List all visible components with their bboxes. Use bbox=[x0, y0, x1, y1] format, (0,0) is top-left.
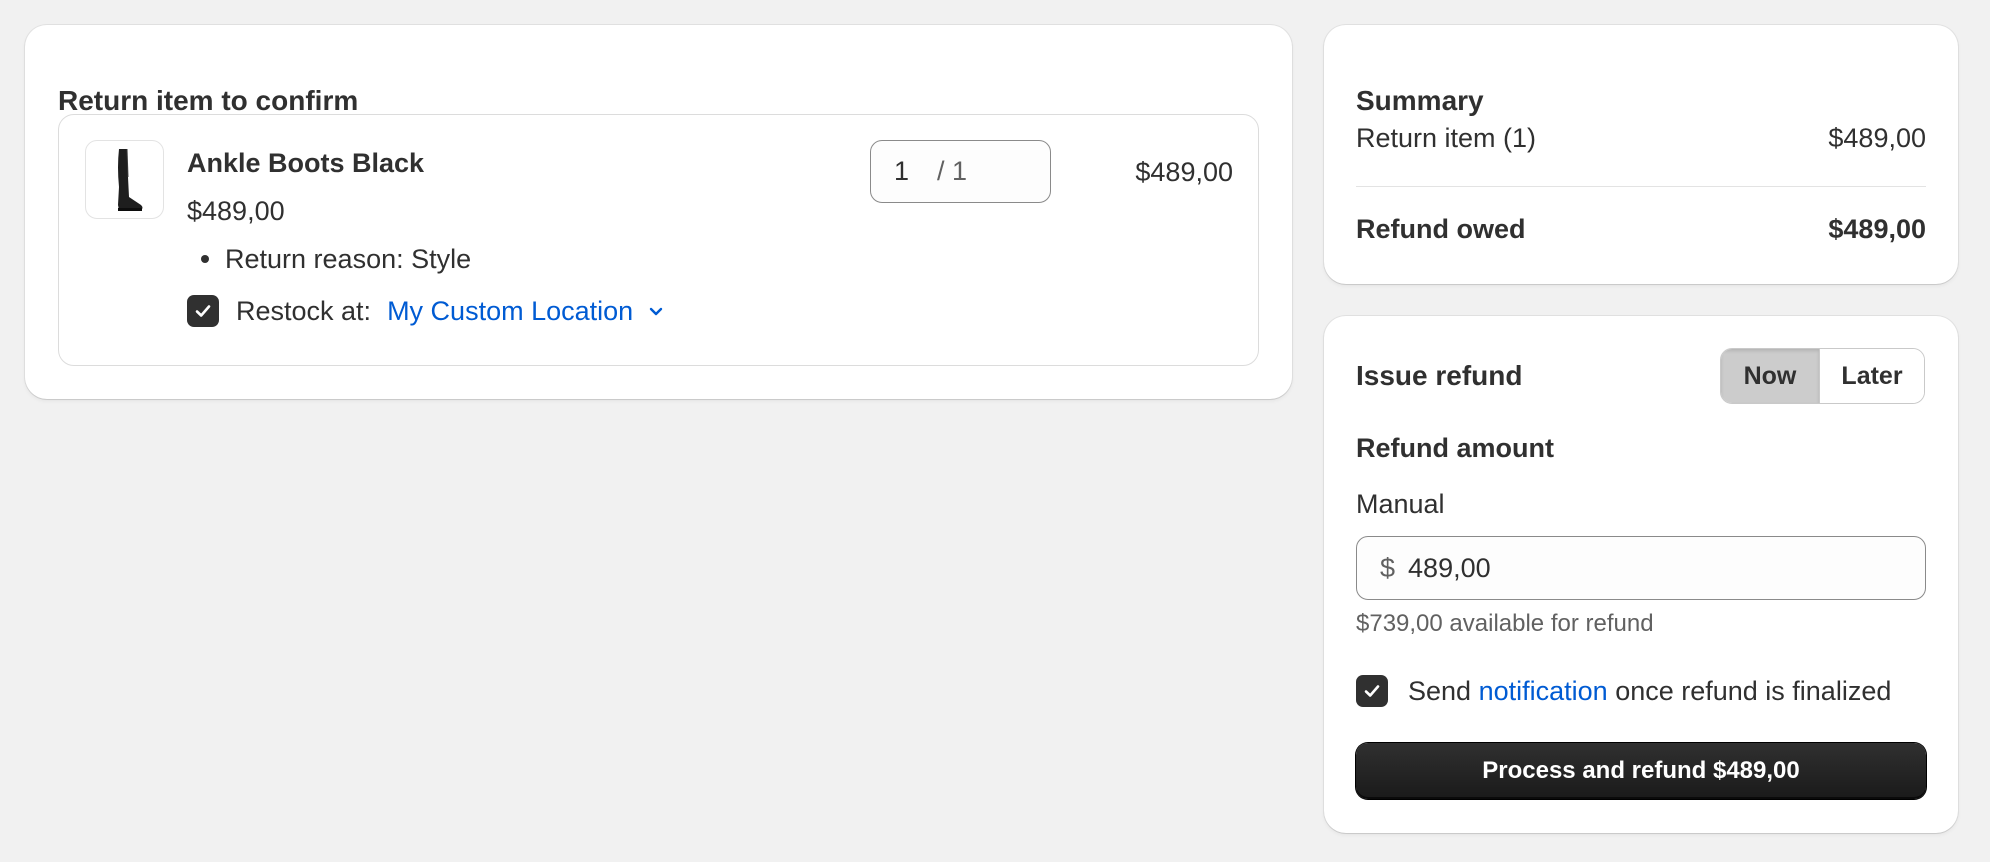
divider bbox=[1356, 186, 1926, 187]
toggle-now-button[interactable]: Now bbox=[1721, 349, 1820, 403]
issue-refund-title: Issue refund bbox=[1356, 360, 1523, 391]
restock-row: Restock at: My Custom Location bbox=[187, 293, 665, 329]
product-thumbnail bbox=[85, 140, 164, 219]
return-line-item: Ankle Boots Black $489,00 Return reason:… bbox=[58, 114, 1259, 366]
restock-location-selector[interactable]: My Custom Location bbox=[387, 296, 665, 327]
notification-prefix: Send bbox=[1408, 675, 1472, 706]
card-title: Return item to confirm bbox=[58, 85, 359, 116]
return-reason: Return reason: Style bbox=[201, 242, 471, 276]
summary-refund-owed-row: Refund owed $489,00 bbox=[1356, 212, 1926, 246]
chevron-down-icon bbox=[647, 302, 665, 320]
refund-amount-heading: Refund amount bbox=[1356, 433, 1554, 463]
return-item-label: Return item (1) bbox=[1356, 123, 1537, 153]
notification-link[interactable]: notification bbox=[1479, 676, 1608, 706]
available-for-refund: $739,00 available for refund bbox=[1356, 610, 1654, 637]
refund-owed-label: Refund owed bbox=[1356, 214, 1526, 244]
restock-checkbox[interactable] bbox=[187, 295, 219, 327]
summary-return-item-row: Return item (1) $489,00 bbox=[1356, 121, 1926, 155]
process-refund-button[interactable]: Process and refund $489,00 bbox=[1356, 743, 1926, 799]
restock-label: Restock at: bbox=[236, 295, 372, 326]
notification-checkbox[interactable] bbox=[1356, 675, 1388, 707]
return-reason-text: Return reason: Style bbox=[225, 244, 472, 274]
issue-refund-card: Issue refund Now Later Refund amount Man… bbox=[1324, 316, 1958, 833]
quantity-input[interactable]: 1 / 1 bbox=[870, 140, 1051, 203]
refund-amount-input[interactable]: $ 489,00 bbox=[1356, 536, 1926, 600]
boot-image bbox=[117, 148, 142, 211]
notification-suffix: once refund is finalized bbox=[1615, 675, 1892, 706]
currency-prefix: $ bbox=[1380, 552, 1396, 583]
quantity-total: / 1 bbox=[937, 156, 968, 186]
summary-title: Summary bbox=[1356, 85, 1484, 116]
line-total: $489,00 bbox=[1135, 157, 1233, 187]
toggle-later-button[interactable]: Later bbox=[1820, 349, 1924, 403]
return-items-card: Return item to confirm Ankle Boots Black… bbox=[25, 25, 1292, 399]
summary-card: Summary Return item (1) $489,00 Refund o… bbox=[1324, 25, 1958, 284]
refund-amount-value: 489,00 bbox=[1408, 552, 1491, 583]
notification-text: Send notification once refund is finaliz… bbox=[1408, 676, 1891, 707]
check-icon bbox=[195, 305, 211, 317]
return-item-value: $489,00 bbox=[1828, 123, 1926, 153]
refund-timing-toggle: Now Later bbox=[1720, 348, 1925, 404]
bullet bbox=[201, 255, 209, 263]
product-unit-price: $489,00 bbox=[187, 196, 285, 226]
check-icon bbox=[1364, 685, 1380, 697]
refund-owed-value: $489,00 bbox=[1828, 214, 1926, 244]
notification-row: Send notification once refund is finaliz… bbox=[1356, 673, 1891, 709]
product-name[interactable]: Ankle Boots Black bbox=[187, 146, 424, 180]
manual-label: Manual bbox=[1356, 489, 1445, 519]
restock-location-text: My Custom Location bbox=[387, 295, 634, 326]
quantity-value: 1 bbox=[894, 156, 910, 186]
